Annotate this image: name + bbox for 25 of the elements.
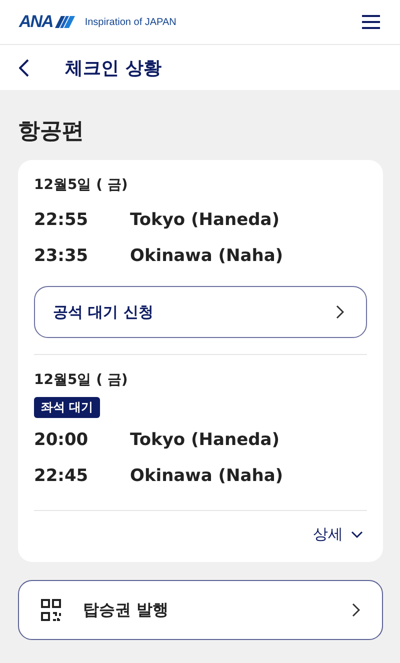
chevron-icon: [352, 603, 360, 617]
flight-time: 23:35: [34, 246, 90, 266]
details-link[interactable]: 상세: [309, 525, 367, 552]
tagline: Inspiration of JAPAN: [84, 16, 176, 28]
back-icon[interactable]: [19, 58, 29, 76]
menu-icon[interactable]: [362, 15, 380, 29]
stripes-icon: [54, 16, 75, 28]
airport-name: Tokyo (Haneda): [130, 430, 280, 450]
standby-request-button[interactable]: 공석 대기 신청: [34, 286, 367, 338]
chevron-down-icon: [351, 530, 363, 538]
airport-name: Okinawa (Naha): [130, 466, 284, 486]
airport-name: Okinawa (Naha): [130, 246, 284, 266]
flight-time: 20:00: [34, 430, 90, 450]
flight-date: 12월5일 ( 금): [34, 371, 128, 389]
flight-date: 12월5일 ( 금): [34, 176, 128, 194]
chevron-icon: [336, 305, 344, 319]
flight-time: 22:55: [34, 210, 90, 230]
airport-name: Tokyo (Haneda): [130, 210, 280, 230]
status-badge: 좌석 대기: [34, 397, 100, 418]
flight-time: 22:45: [34, 466, 90, 486]
page-title: 체크인 상황: [65, 56, 162, 80]
section-title: 항공편: [18, 118, 85, 146]
qr-code-icon: [41, 599, 61, 621]
boarding-pass-button[interactable]: 탑승권 발행: [18, 580, 383, 640]
logo-text[interactable]: ANA: [19, 12, 53, 32]
